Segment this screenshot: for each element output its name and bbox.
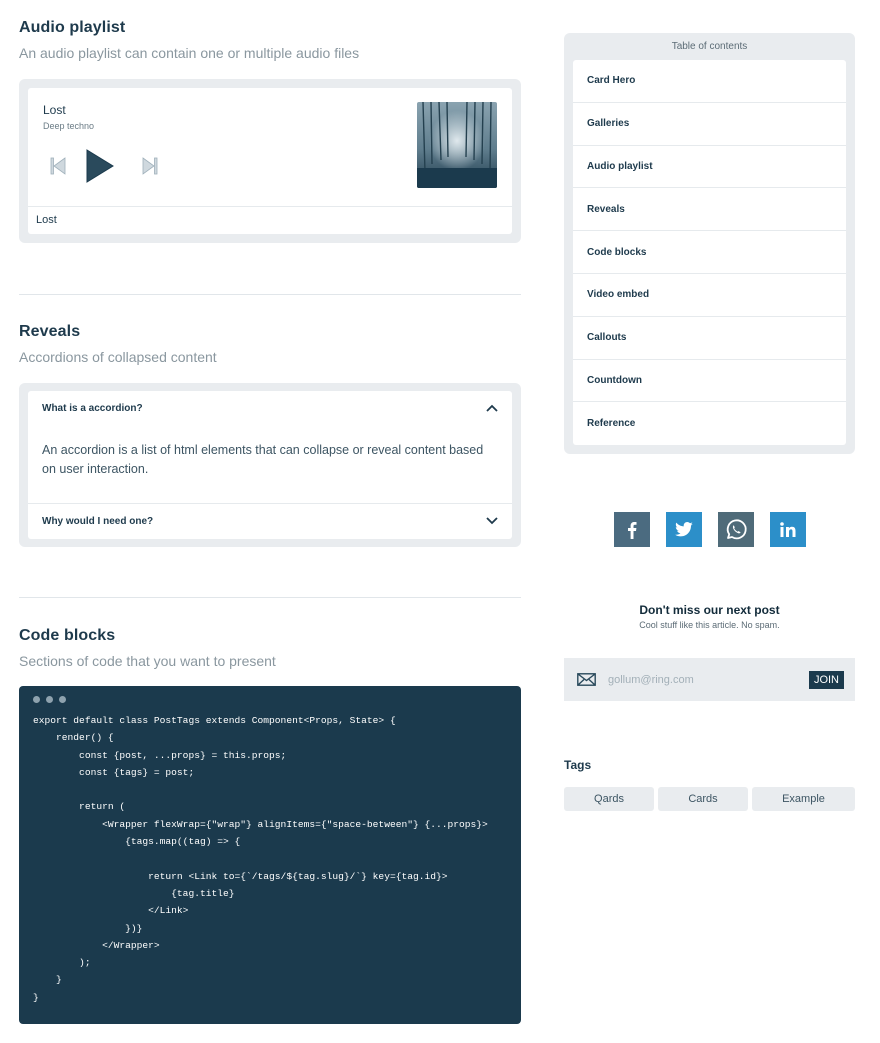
- section-title: Reveals: [19, 323, 81, 340]
- accordion-question: What is a accordion?: [42, 402, 143, 414]
- toc-item-reveals[interactable]: Reveals: [573, 188, 846, 232]
- section-subtitle: An audio playlist can contain one or mul…: [19, 45, 360, 61]
- tag-example[interactable]: Example: [752, 787, 855, 811]
- tags-title: Tags: [564, 758, 592, 772]
- join-button[interactable]: JOIN: [808, 670, 844, 689]
- toc-item-audio-playlist[interactable]: Audio playlist: [573, 146, 846, 189]
- toc-item-countdown[interactable]: Countdown: [573, 360, 846, 403]
- toc-item-galleries[interactable]: Galleries: [573, 103, 846, 146]
- twitter-icon: [675, 521, 693, 536]
- player-card: Lost Deep techno Lost: [28, 88, 512, 234]
- section-divider: [19, 294, 521, 295]
- section-title: Code blocks: [19, 627, 116, 644]
- mail-icon: [577, 673, 596, 686]
- skip-back-icon: [50, 157, 66, 175]
- code-section: Code blocks Sections of code that you wa…: [19, 627, 276, 669]
- newsletter-subtitle: Cool stuff like this article. No spam.: [639, 620, 780, 630]
- whatsapp-icon: [726, 518, 747, 539]
- facebook-icon: [628, 521, 637, 539]
- linkedin-icon: [780, 522, 796, 537]
- window-dot: [59, 696, 66, 703]
- social-share: [614, 512, 806, 547]
- accordion-question: Why would I need one?: [42, 515, 154, 527]
- toc-item-card-hero[interactable]: Card Hero: [573, 60, 846, 103]
- play-button[interactable]: [82, 148, 118, 184]
- audio-player: Lost Deep techno Lost: [19, 79, 521, 243]
- tag-qards[interactable]: Qards: [564, 787, 654, 811]
- chevron-down-icon: [486, 517, 498, 525]
- accordion-answer: An accordion is a list of html elements …: [42, 443, 484, 476]
- playlist-item[interactable]: Lost: [28, 206, 512, 234]
- code-block: export default class PostTags extends Co…: [19, 686, 521, 1024]
- skip-forward-icon: [142, 157, 158, 175]
- accordion: What is a accordion? An accordion is a l…: [19, 383, 521, 547]
- whatsapp-share-button[interactable]: [718, 512, 754, 547]
- email-input[interactable]: [608, 673, 809, 686]
- next-button[interactable]: [140, 156, 160, 176]
- newsletter-title: Don't miss our next post: [639, 603, 780, 617]
- accordion-card: What is a accordion? An accordion is a l…: [28, 391, 512, 539]
- linkedin-share-button[interactable]: [770, 512, 806, 547]
- track-title: Lost: [43, 103, 66, 117]
- window-dot: [33, 696, 40, 703]
- previous-button[interactable]: [48, 156, 68, 176]
- table-of-contents: Table of contents Card Hero Galleries Au…: [564, 33, 855, 454]
- reveals-section: Reveals Accordions of collapsed content: [19, 323, 217, 365]
- toc-title: Table of contents: [671, 41, 748, 52]
- toc-item-reference[interactable]: Reference: [573, 402, 846, 445]
- window-dot: [46, 696, 53, 703]
- section-title: Audio playlist: [19, 19, 126, 36]
- twitter-share-button[interactable]: [666, 512, 702, 547]
- chevron-up-icon: [486, 404, 498, 412]
- section-divider: [19, 597, 521, 598]
- toc-item-code-blocks[interactable]: Code blocks: [573, 231, 846, 274]
- facebook-share-button[interactable]: [614, 512, 650, 547]
- window-dots: [33, 696, 507, 703]
- accordion-header-2[interactable]: Why would I need one?: [28, 504, 512, 538]
- toc-item-video-embed[interactable]: Video embed: [573, 274, 846, 317]
- album-cover: [417, 102, 497, 188]
- player-controls: [48, 148, 160, 184]
- play-icon: [86, 149, 114, 183]
- track-artist: Deep techno: [43, 121, 95, 131]
- newsletter-form: JOIN: [564, 658, 855, 701]
- accordion-header-1[interactable]: What is a accordion?: [28, 391, 512, 425]
- section-subtitle: Sections of code that you want to presen…: [19, 653, 276, 669]
- audio-section: Audio playlist An audio playlist can con…: [19, 19, 359, 61]
- tags-list: Qards Cards Example: [564, 787, 855, 811]
- code-text[interactable]: export default class PostTags extends Co…: [33, 712, 507, 1006]
- toc-item-callouts[interactable]: Callouts: [573, 317, 846, 360]
- section-subtitle: Accordions of collapsed content: [19, 349, 217, 365]
- toc-list: Card Hero Galleries Audio playlist Revea…: [573, 60, 846, 446]
- tag-cards[interactable]: Cards: [658, 787, 748, 811]
